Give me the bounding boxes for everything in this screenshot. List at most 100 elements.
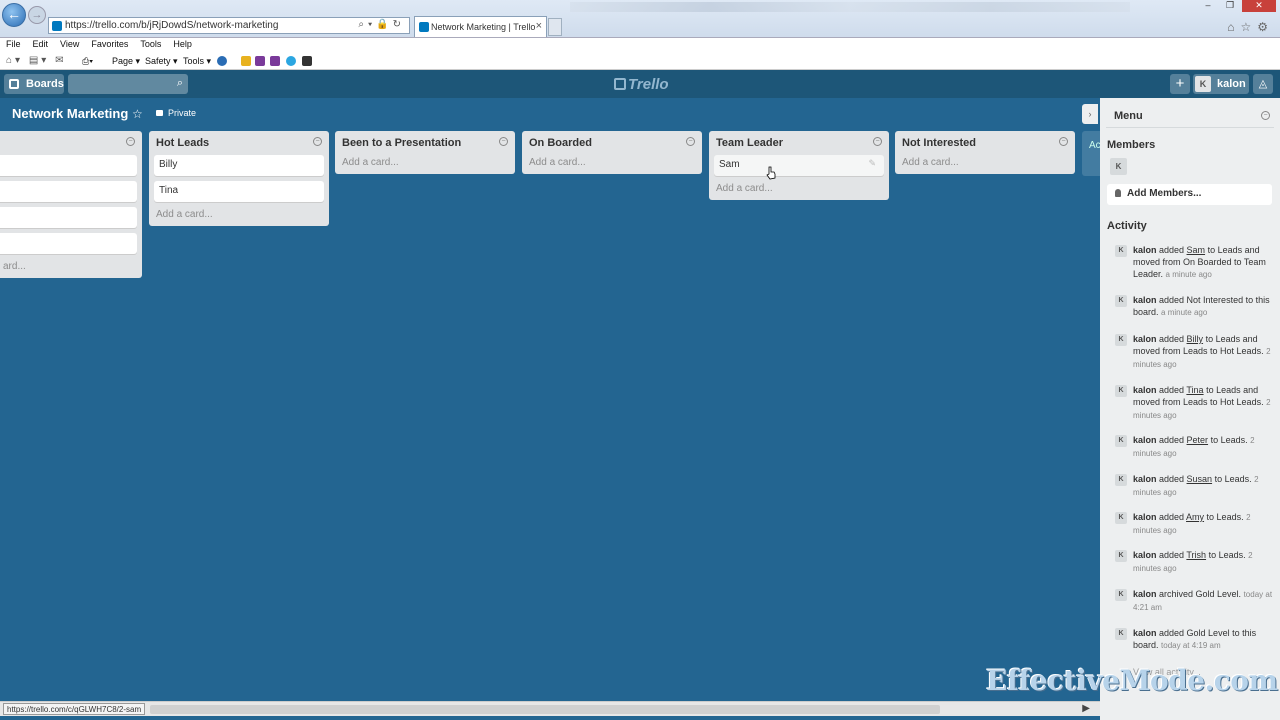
activity-user[interactable]: kalon — [1133, 474, 1157, 484]
list-menu-icon[interactable]: − — [686, 137, 695, 146]
tab-close-icon[interactable]: × — [536, 20, 542, 32]
privacy-button[interactable]: Private — [156, 108, 196, 118]
maximize-icon[interactable]: ❐ — [1220, 0, 1240, 12]
print-icon[interactable]: ⎙▾ — [82, 56, 93, 67]
new-tab-button[interactable] — [548, 18, 562, 36]
page-menu[interactable]: Page ▾ — [112, 56, 140, 67]
address-controls-icon[interactable]: ⌕▾🔒↻ — [358, 19, 405, 30]
card[interactable]: Billy — [154, 155, 324, 176]
add-card-link[interactable]: Add a card... — [900, 155, 1070, 168]
activity-user[interactable]: kalon — [1133, 628, 1157, 638]
horizontal-scrollbar[interactable]: ▶ — [0, 701, 1100, 716]
add-members-button[interactable]: Add Members... — [1107, 184, 1272, 205]
boards-label: Boards — [26, 78, 64, 90]
add-button[interactable]: + — [1170, 74, 1190, 94]
menu-edit[interactable]: Edit — [27, 38, 55, 53]
activity-user[interactable]: kalon — [1133, 589, 1157, 599]
avatar: K — [1115, 334, 1127, 346]
activity-card-link[interactable]: Peter — [1187, 435, 1209, 445]
activity-card-link[interactable]: Sam — [1187, 245, 1206, 255]
screenshot-icon[interactable] — [302, 56, 312, 66]
activity-user[interactable]: kalon — [1133, 245, 1157, 255]
scrollbar-thumb[interactable] — [150, 705, 940, 714]
activity-card-link[interactable]: Susan — [1187, 474, 1213, 484]
notifications-bell-icon[interactable]: ◬ — [1253, 74, 1273, 94]
card[interactable]: Sam ✎ — [714, 155, 884, 176]
card[interactable] — [0, 181, 137, 202]
skype-icon[interactable] — [286, 56, 296, 66]
hand-cursor-icon — [766, 166, 776, 180]
list-menu-icon[interactable]: − — [1059, 137, 1068, 146]
window-controls: – ❐ ✕ — [1198, 0, 1276, 12]
address-bar[interactable]: https://trello.com/b/jRjDowdS/network-ma… — [48, 17, 410, 34]
menu-file[interactable]: File — [0, 38, 27, 53]
list-menu-icon[interactable]: − — [313, 137, 322, 146]
safety-menu[interactable]: Safety ▾ — [145, 56, 178, 67]
activity-user[interactable]: kalon — [1133, 385, 1157, 395]
activity-time: a minute ago — [1161, 308, 1208, 317]
activity-user[interactable]: kalon — [1133, 550, 1157, 560]
activity-card-link[interactable]: Amy — [1186, 512, 1204, 522]
addon-icon[interactable] — [241, 56, 251, 66]
member-menu-button[interactable]: K kalon — [1193, 74, 1249, 94]
list-title[interactable]: Team Leader — [716, 137, 783, 149]
activity-card-link[interactable]: Tina — [1186, 385, 1203, 395]
list-title[interactable]: Hot Leads — [156, 137, 209, 149]
search-input[interactable]: ⌕ — [68, 74, 188, 94]
add-card-link[interactable]: Add a card... — [154, 207, 324, 220]
scroll-right-icon[interactable]: ▶ — [1082, 703, 1090, 714]
privacy-label: Private — [168, 108, 197, 118]
activity-user[interactable]: kalon — [1133, 512, 1157, 522]
activity-text: to Leads. — [1206, 550, 1246, 560]
panel-menu-icon[interactable]: − — [1261, 111, 1270, 120]
minimize-icon[interactable]: – — [1198, 0, 1218, 12]
avatar: K — [1115, 512, 1127, 524]
list-title[interactable]: Been to a Presentation — [342, 137, 461, 149]
edit-pencil-icon[interactable]: ✎ — [868, 158, 876, 169]
onenote-linked-icon[interactable] — [270, 56, 280, 66]
activity-user[interactable]: kalon — [1133, 334, 1157, 344]
back-arrow-icon[interactable]: ← — [2, 3, 26, 27]
boards-button[interactable]: Boards — [4, 74, 64, 94]
card-title: Sam — [719, 159, 740, 170]
list-title[interactable]: On Boarded — [529, 137, 592, 149]
activity-item: Kkalon added Not Interested to this boar… — [1115, 294, 1275, 319]
activity-user[interactable]: kalon — [1133, 295, 1157, 305]
activity-card-link[interactable]: Billy — [1187, 334, 1204, 344]
member-avatar[interactable]: K — [1110, 158, 1127, 175]
ie-tools-icons[interactable]: ⌂☆⚙ — [1227, 20, 1274, 34]
browser-tab[interactable]: Network Marketing | Trello × — [414, 16, 547, 37]
add-card-link[interactable]: ard... — [0, 259, 137, 272]
card[interactable] — [0, 155, 137, 176]
trello-logo[interactable]: Trello — [614, 76, 669, 93]
menu-view[interactable]: View — [54, 38, 85, 53]
card[interactable]: Tina — [154, 181, 324, 202]
menu-favorites[interactable]: Favorites — [85, 38, 134, 53]
add-card-link[interactable]: Add a card... — [527, 155, 697, 168]
add-card-link[interactable]: Add a card... — [340, 155, 510, 168]
board-title[interactable]: Network Marketing — [12, 106, 128, 121]
card[interactable] — [0, 207, 137, 228]
add-list-peek[interactable]: Ac — [1082, 131, 1101, 176]
activity-user[interactable]: kalon — [1133, 435, 1157, 445]
tools-menu[interactable]: Tools ▾ — [183, 56, 211, 67]
onenote-icon[interactable] — [255, 56, 265, 66]
list-menu-icon[interactable]: − — [126, 137, 135, 146]
activity-text: to Leads. — [1208, 435, 1248, 445]
cmd-home-feed-mail-icons[interactable]: ⌂▾ ▤▾ ✉ — [6, 55, 66, 66]
help-icon[interactable] — [217, 56, 227, 66]
add-card-link[interactable]: Add a card... — [714, 181, 884, 194]
command-bar: ⌂▾ ▤▾ ✉ ⎙▾ Page ▾ Safety ▾ Tools ▾ — [0, 53, 1280, 70]
collapse-panel-icon[interactable]: › — [1082, 104, 1098, 124]
person-icon — [1115, 189, 1121, 197]
forward-arrow-icon[interactable]: → — [28, 6, 46, 24]
card[interactable] — [0, 233, 137, 254]
list-menu-icon[interactable]: − — [873, 137, 882, 146]
close-window-icon[interactable]: ✕ — [1242, 0, 1276, 12]
menu-help[interactable]: Help — [167, 38, 198, 53]
star-icon[interactable]: ☆ — [132, 107, 143, 121]
list-menu-icon[interactable]: − — [499, 137, 508, 146]
menu-tools[interactable]: Tools — [134, 38, 167, 53]
list-title[interactable]: Not Interested — [902, 137, 976, 149]
activity-card-link[interactable]: Trish — [1186, 550, 1206, 560]
